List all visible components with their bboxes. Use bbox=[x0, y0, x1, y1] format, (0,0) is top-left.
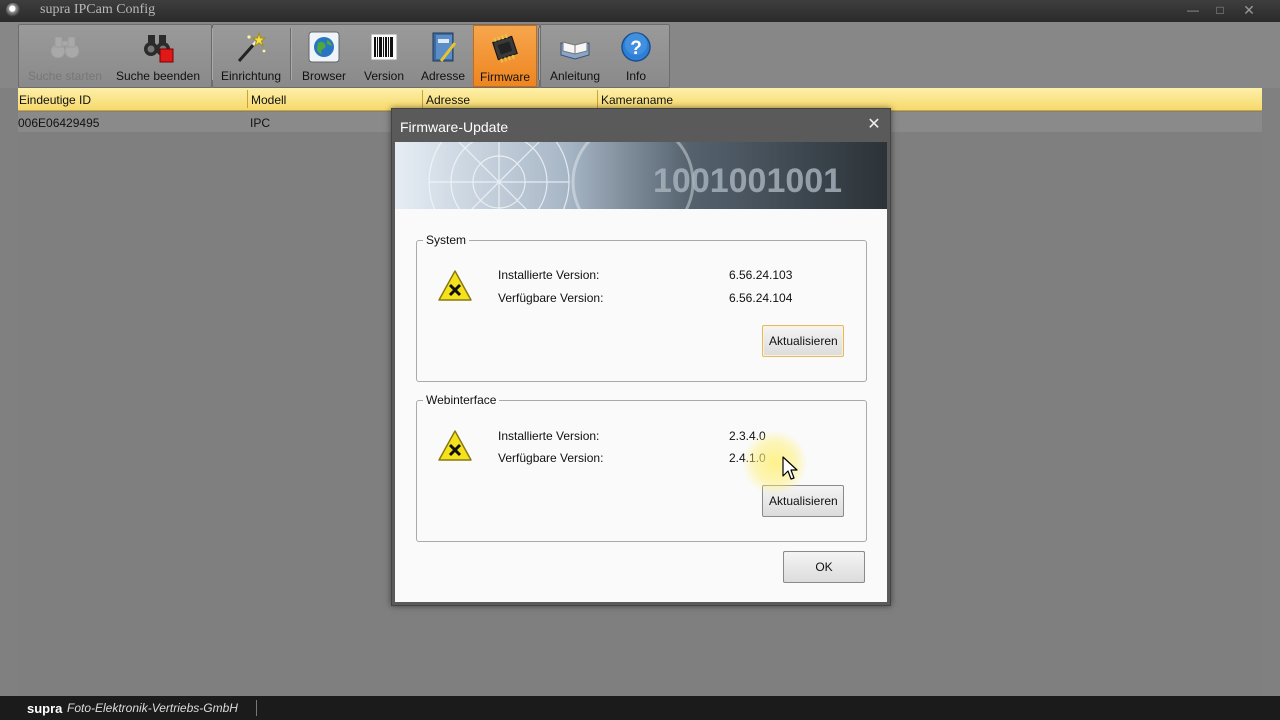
help-icon: ? bbox=[621, 32, 651, 62]
web-installed-label: Installierte Version: bbox=[498, 429, 600, 443]
brand-name: supra bbox=[27, 701, 63, 716]
company-name: Foto-Elektronik-Vertriebs-GmbH bbox=[67, 701, 238, 715]
web-available-label: Verfügbare Version: bbox=[498, 451, 604, 465]
magic-wand-icon bbox=[237, 31, 267, 62]
column-header-camera-name[interactable]: Kameraname bbox=[601, 93, 673, 107]
toolbar-address-button[interactable]: Adresse bbox=[414, 25, 472, 85]
binoculars-stop-icon bbox=[144, 35, 174, 63]
toolbar-label: Browser bbox=[301, 69, 346, 83]
toolbar-manual-button[interactable]: Anleitung bbox=[542, 25, 608, 85]
chip-icon bbox=[492, 33, 518, 63]
toolbar-label: Adresse bbox=[420, 69, 466, 83]
toolbar-info-button[interactable]: ? Info bbox=[608, 25, 664, 85]
column-header-model[interactable]: Modell bbox=[251, 93, 286, 107]
toolbar-label: Einrichtung bbox=[220, 69, 282, 83]
dialog-close-button[interactable]: ✕ bbox=[864, 115, 884, 135]
toolbar-search-start-button[interactable]: Suche starten bbox=[20, 25, 110, 85]
toolbar-version-button[interactable]: Version bbox=[354, 25, 414, 85]
webinterface-group-title: Webinterface bbox=[423, 393, 500, 407]
column-divider[interactable] bbox=[597, 90, 598, 108]
firmware-update-dialog: Firmware-Update ✕ 1001001001 System Inst… bbox=[391, 108, 891, 606]
system-installed-label: Installierte Version: bbox=[498, 268, 600, 282]
app-icon bbox=[6, 3, 20, 17]
minimize-button[interactable]: — bbox=[1180, 1, 1206, 19]
barcode-icon bbox=[370, 33, 398, 61]
column-divider[interactable] bbox=[422, 90, 423, 108]
address-book-icon bbox=[432, 32, 457, 62]
system-update-button[interactable]: Aktualisieren bbox=[762, 325, 844, 357]
mouse-cursor-icon bbox=[782, 456, 798, 480]
toolbar-label: Firmware bbox=[480, 70, 530, 84]
toolbar-label: Info bbox=[625, 69, 646, 83]
warning-icon bbox=[438, 270, 472, 301]
toolbar-firmware-button[interactable]: Firmware bbox=[473, 25, 537, 87]
system-available-value: 6.56.24.104 bbox=[729, 291, 793, 305]
toolbar-label: Suche starten bbox=[27, 69, 103, 83]
system-group-title: System bbox=[423, 233, 470, 247]
toolbar-label: Suche beenden bbox=[115, 69, 201, 83]
toolbar-setup-button[interactable]: Einrichtung bbox=[214, 25, 288, 85]
system-available-label: Verfügbare Version: bbox=[498, 291, 604, 305]
globe-icon bbox=[308, 31, 340, 63]
cell-id: 006E06429495 bbox=[18, 116, 100, 130]
warning-icon bbox=[438, 430, 472, 461]
status-bar: supra Foto-Elektronik-Vertriebs-GmbH bbox=[0, 696, 1280, 720]
system-groupbox: System Installierte Version: 6.56.24.103… bbox=[416, 233, 867, 382]
close-button[interactable]: ✕ bbox=[1236, 1, 1262, 19]
status-divider bbox=[256, 700, 257, 716]
toolbar: Suche starten Suche beenden Einrichtung … bbox=[0, 22, 1280, 88]
title-bar: supra IPCam Config — □ ✕ bbox=[0, 0, 1280, 22]
toolbar-separator bbox=[211, 28, 213, 80]
maximize-button[interactable]: □ bbox=[1207, 1, 1233, 19]
cursor-highlight bbox=[742, 430, 808, 496]
book-icon bbox=[560, 41, 590, 60]
toolbar-browser-button[interactable]: Browser bbox=[294, 25, 354, 85]
toolbar-label: Anleitung bbox=[549, 69, 601, 83]
svg-text:?: ? bbox=[630, 38, 642, 59]
column-divider[interactable] bbox=[247, 90, 248, 108]
toolbar-separator bbox=[538, 28, 540, 80]
ok-button[interactable]: OK bbox=[783, 551, 865, 583]
dialog-body: 1001001001 System Installierte Version: … bbox=[395, 142, 887, 602]
dialog-title: Firmware-Update bbox=[400, 119, 509, 135]
toolbar-separator bbox=[290, 28, 292, 80]
window-title: supra IPCam Config bbox=[40, 2, 156, 17]
cell-model: IPC bbox=[250, 116, 271, 130]
banner-digits: 1001001001 bbox=[653, 162, 842, 200]
toolbar-search-stop-button[interactable]: Suche beenden bbox=[110, 25, 206, 85]
column-header-address[interactable]: Adresse bbox=[426, 93, 470, 107]
binoculars-icon bbox=[50, 36, 80, 59]
firmware-banner-image: 1001001001 bbox=[395, 142, 887, 209]
column-header-id[interactable]: Eindeutige ID bbox=[19, 93, 91, 107]
system-installed-value: 6.56.24.103 bbox=[729, 268, 793, 282]
toolbar-label: Version bbox=[363, 69, 405, 83]
